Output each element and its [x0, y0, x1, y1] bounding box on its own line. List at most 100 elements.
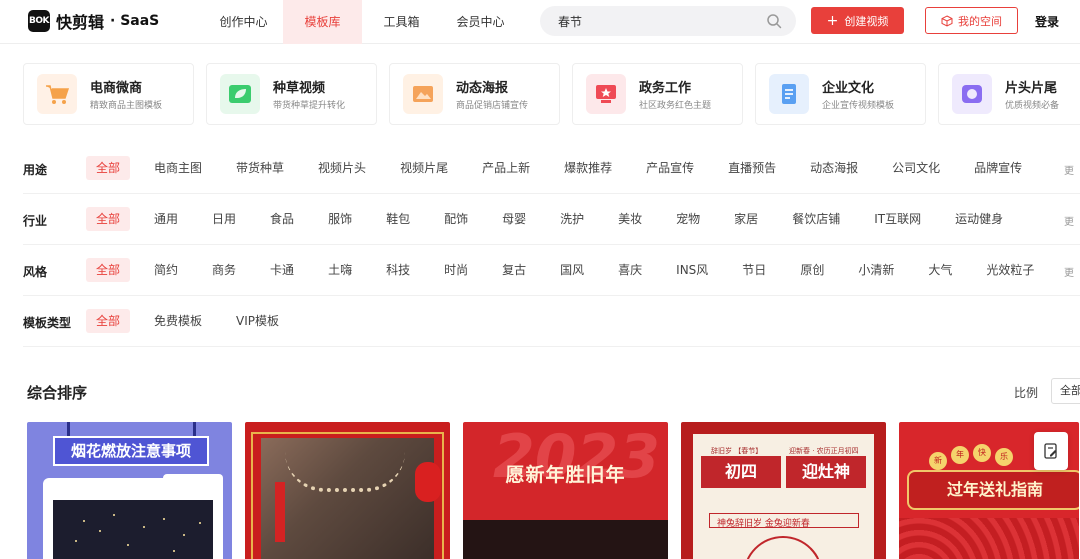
search-input[interactable]: [558, 11, 758, 31]
filter-tag[interactable]: 土嗨: [318, 258, 362, 282]
fireworks-image: [53, 500, 213, 559]
ratio-select[interactable]: 全部: [1051, 378, 1080, 404]
login-link[interactable]: 登录: [1035, 13, 1059, 30]
template-card[interactable]: 烟花燃放注意事项: [27, 422, 232, 559]
filter-tag[interactable]: 光效粒子: [976, 258, 1044, 282]
filter-tag[interactable]: 复古: [492, 258, 536, 282]
filter-tag[interactable]: 直播预告: [718, 156, 786, 180]
filter-tag[interactable]: 日用: [202, 207, 246, 231]
filter-tag[interactable]: IT互联网: [864, 207, 931, 231]
filter-tag[interactable]: 品牌宣传: [964, 156, 1032, 180]
my-space-label: 我的空间: [958, 14, 1002, 28]
more-link[interactable]: 更: [1064, 213, 1074, 228]
create-video-button[interactable]: + 创建视频: [811, 7, 904, 34]
more-link[interactable]: 更: [1064, 264, 1074, 279]
filter-tag[interactable]: 公司文化: [882, 156, 950, 180]
filter-tag[interactable]: 时尚: [434, 258, 478, 282]
filter-tag[interactable]: 节日: [732, 258, 776, 282]
more-link[interactable]: 更: [1064, 162, 1074, 177]
filter-row-industry: 行业 全部 通用 日用 食品 服饰 鞋包 配饰 母婴 洗护 美妆 宠物 家居 餐…: [23, 194, 1080, 245]
filter-tag[interactable]: 全部: [86, 309, 131, 333]
filter-tag[interactable]: 卡通: [260, 258, 304, 282]
filter-label: 模板类型: [23, 316, 72, 330]
card-subtitle: 社区政务红色主题: [639, 101, 712, 111]
filter-tag[interactable]: 产品上新: [472, 156, 540, 180]
filter-tag[interactable]: 餐饮店铺: [782, 207, 850, 231]
filter-tag[interactable]: 科技: [376, 258, 420, 282]
my-space-button[interactable]: 我的空间: [925, 7, 1018, 34]
template-title: 初四: [701, 456, 781, 488]
ratio-label: 比例: [1014, 386, 1039, 400]
filter-tag[interactable]: 运动健身: [945, 207, 1013, 231]
filter-tag[interactable]: INS风: [666, 258, 718, 282]
card-seeding-video[interactable]: 种草视频 带货种草提升转化: [206, 63, 377, 125]
filter-row-style: 风格 全部 简约 商务 卡通 土嗨 科技 时尚 复古 国风 喜庆 INS风 节日…: [23, 245, 1080, 296]
filter-label: 风格: [23, 265, 48, 279]
filter-label: 用途: [23, 163, 48, 177]
filter-tag[interactable]: 小清新: [848, 258, 904, 282]
filter-tag[interactable]: 全部: [86, 258, 131, 282]
template-small-text: 迎新春 · 农历正月初四: [789, 447, 859, 455]
template-card[interactable]: 辞旧岁 【春节】 迎新春 · 农历正月初四 初四 迎灶神 神兔辞旧岁 金兔迎新春: [681, 422, 886, 559]
filter-tag[interactable]: 母婴: [492, 207, 536, 231]
card-subtitle: 企业宣传视频模板: [822, 101, 895, 111]
filter-tag[interactable]: 动态海报: [800, 156, 868, 180]
filter-tag[interactable]: 喜庆: [608, 258, 652, 282]
card-title: 动态海报: [456, 81, 509, 96]
filter-tag[interactable]: 宠物: [666, 207, 710, 231]
filter-tag[interactable]: 大气: [918, 258, 962, 282]
template-card[interactable]: 2023 愿新年胜旧年: [463, 422, 668, 559]
logo[interactable]: BOK 快剪辑 · SaaS: [28, 9, 159, 33]
template-card[interactable]: [245, 422, 450, 559]
filter-tag[interactable]: 全部: [86, 207, 131, 231]
card-subtitle: 带货种草提升转化: [273, 101, 346, 111]
filter-tag[interactable]: 美妆: [608, 207, 652, 231]
card-subtitle: 优质视频必备: [1005, 101, 1060, 111]
poster-icon: [403, 74, 443, 114]
filter-tags: 全部 通用 日用 食品 服饰 鞋包 配饰 母婴 洗护 美妆 宠物 家居 餐饮店铺…: [86, 207, 1027, 231]
nav-toolbox[interactable]: 工具箱: [362, 0, 441, 44]
edit-float-button[interactable]: [1034, 432, 1068, 470]
filter-tag[interactable]: 视频片尾: [390, 156, 458, 180]
filter-row-usage: 用途 全部 电商主图 带货种草 视频片头 视频片尾 产品上新 爆款推荐 产品宣传…: [23, 143, 1080, 194]
filter-tag[interactable]: 电商主图: [144, 156, 212, 180]
filter-tags: 全部 免费模板 VIP模板: [86, 309, 303, 333]
filter-tag[interactable]: 商务: [202, 258, 246, 282]
filter-tag[interactable]: 洗护: [550, 207, 594, 231]
filter-tag[interactable]: 国风: [550, 258, 594, 282]
filter-tag[interactable]: 配饰: [434, 207, 478, 231]
template-small-text: 辞旧岁 【春节】: [711, 447, 763, 455]
card-intro-outro[interactable]: 片头片尾 优质视频必备: [938, 63, 1080, 125]
card-government-work[interactable]: 政务工作 社区政务红色主题: [572, 63, 743, 125]
template-grid: 烟花燃放注意事项 2023 愿新年胜旧年 辞旧岁 【春节】 迎新春 · 农历正月…: [27, 422, 1080, 559]
nav-member-center[interactable]: 会员中心: [441, 0, 520, 44]
filter-tag[interactable]: VIP模板: [226, 309, 289, 333]
card-dynamic-poster[interactable]: 动态海报 商品促销店铺宣传: [389, 63, 560, 125]
filter-tag[interactable]: 服饰: [318, 207, 362, 231]
filter-tag[interactable]: 简约: [144, 258, 188, 282]
nav-create-center[interactable]: 创作中心: [204, 0, 283, 44]
create-video-label: 创建视频: [844, 14, 889, 28]
filter-tag[interactable]: 鞋包: [376, 207, 420, 231]
filter-tag[interactable]: 爆款推荐: [554, 156, 622, 180]
filter-tag[interactable]: 产品宣传: [636, 156, 704, 180]
filter-tag[interactable]: 家居: [724, 207, 768, 231]
card-ecommerce[interactable]: 电商微商 精致商品主图模板: [23, 63, 194, 125]
filter-tag[interactable]: 原创: [790, 258, 834, 282]
card-title: 企业文化: [822, 81, 875, 96]
filter-tag[interactable]: 全部: [86, 156, 131, 180]
filter-tag[interactable]: 食品: [260, 207, 304, 231]
filter-tag[interactable]: 免费模板: [144, 309, 212, 333]
card-subtitle: 精致商品主图模板: [90, 101, 163, 111]
filter-tag[interactable]: 通用: [144, 207, 188, 231]
badge: 年: [951, 446, 969, 464]
filter-tags: 全部 简约 商务 卡通 土嗨 科技 时尚 复古 国风 喜庆 INS风 节日 原创…: [86, 258, 1058, 282]
nav-template-library[interactable]: 模板库: [283, 0, 362, 44]
filter-tag[interactable]: 带货种草: [226, 156, 294, 180]
badge: 快: [973, 444, 991, 462]
filter-tag[interactable]: 视频片头: [308, 156, 376, 180]
card-corporate-culture[interactable]: 企业文化 企业宣传视频模板: [755, 63, 926, 125]
search-icon[interactable]: [766, 13, 782, 29]
cart-icon: [37, 74, 77, 114]
template-title: 愿新年胜旧年: [505, 464, 626, 486]
